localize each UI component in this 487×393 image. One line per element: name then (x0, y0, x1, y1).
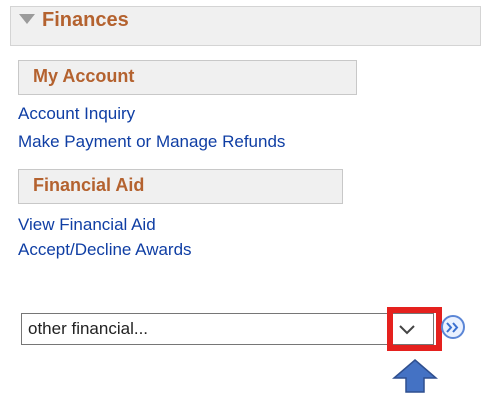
collapse-triangle-icon[interactable] (19, 14, 35, 24)
make-payment-link[interactable]: Make Payment or Manage Refunds (18, 132, 285, 152)
dropdown-selected-value: other financial... (28, 319, 149, 338)
account-inquiry-link[interactable]: Account Inquiry (18, 104, 135, 124)
double-chevron-right-icon[interactable] (441, 315, 465, 339)
my-account-title: My Account (33, 66, 135, 86)
up-arrow-pointer-icon (392, 359, 438, 393)
view-financial-aid-link[interactable]: View Financial Aid (18, 215, 156, 235)
finances-title: Finances (42, 9, 129, 31)
dropdown-highlight-box (387, 307, 442, 351)
my-account-section-header: My Account (18, 60, 357, 95)
financial-aid-section-header: Financial Aid (18, 169, 343, 204)
accept-decline-awards-link[interactable]: Accept/Decline Awards (18, 240, 192, 260)
financial-aid-title: Financial Aid (33, 175, 145, 195)
other-financial-dropdown[interactable]: other financial... (21, 313, 434, 345)
